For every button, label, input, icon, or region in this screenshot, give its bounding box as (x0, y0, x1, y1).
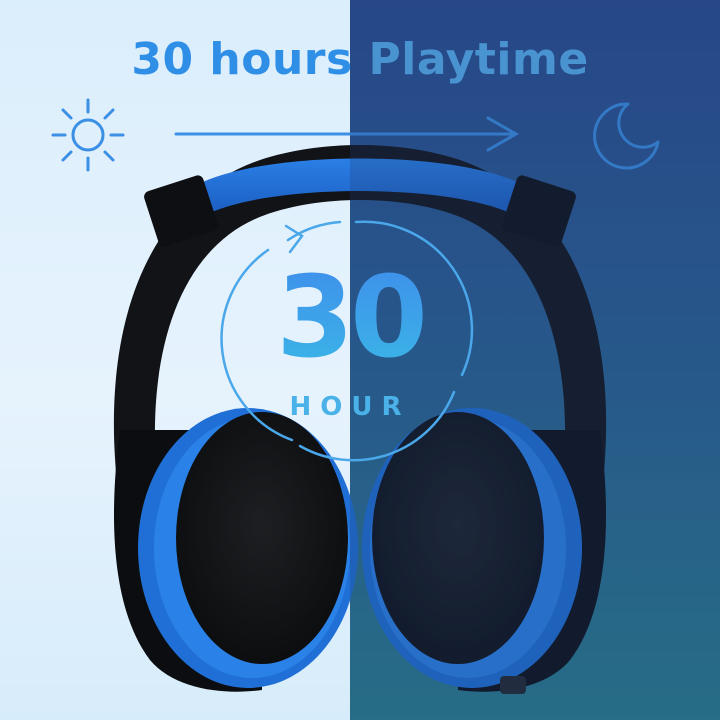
playtime-unit: HOUR (289, 392, 411, 422)
product-banner: 30 hours Playtime 30 HOUR (0, 0, 720, 720)
playtime-number: 30 (276, 253, 428, 383)
left-earcup (113, 408, 358, 692)
sun-icon (51, 98, 125, 172)
